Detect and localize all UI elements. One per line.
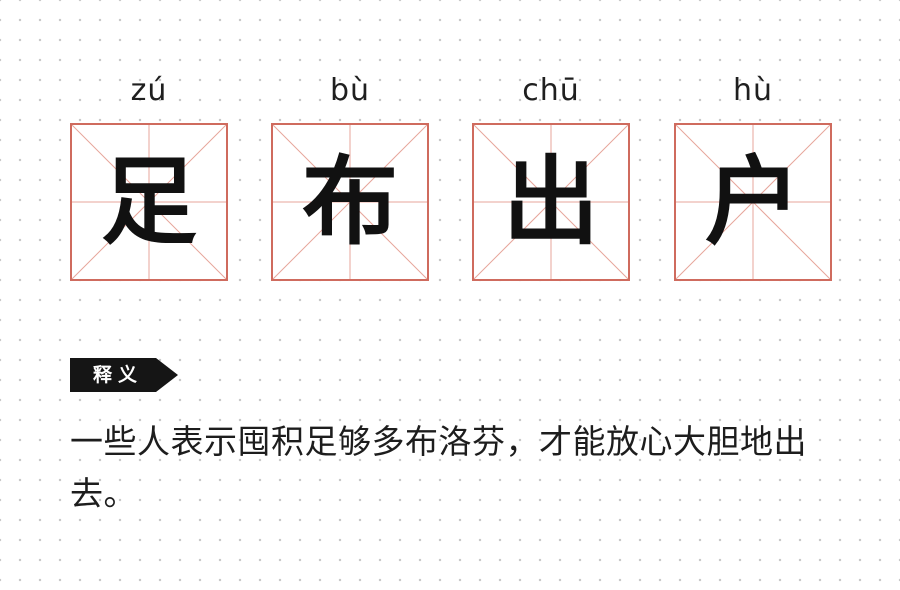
tianzige-grid: 足 [70, 123, 228, 281]
tianzige-grid: 户 [674, 123, 832, 281]
tianzige-grid: 出 [472, 123, 630, 281]
pinyin-label: zú [130, 73, 168, 108]
pinyin-label: chū [522, 73, 580, 108]
pinyin-label: hù [732, 73, 774, 108]
page: { "characters": [ {"pinyin": "zú", "hanz… [0, 0, 900, 590]
definition-tag-label: 释义 [92, 364, 143, 386]
hanzi-character: 户 [705, 145, 801, 258]
character-card-3: chū 出 [472, 70, 630, 285]
tianzige-grid: 布 [271, 123, 429, 281]
definition-text: 一些人表示囤积足够多布洛芬，才能放心大胆地出去。 [70, 422, 807, 513]
character-card-1: zú 足 [70, 70, 228, 285]
character-row: zú 足 bù 布 chū 出 hù 户 [70, 70, 832, 285]
definition-tag: 释义 [70, 358, 178, 392]
character-card-2: bù 布 [271, 70, 429, 285]
character-card-4: hù 户 [674, 70, 832, 285]
pinyin-label: bù [329, 73, 371, 108]
hanzi-character: 出 [503, 145, 599, 258]
hanzi-character: 布 [302, 145, 398, 258]
hanzi-character: 足 [101, 145, 197, 258]
